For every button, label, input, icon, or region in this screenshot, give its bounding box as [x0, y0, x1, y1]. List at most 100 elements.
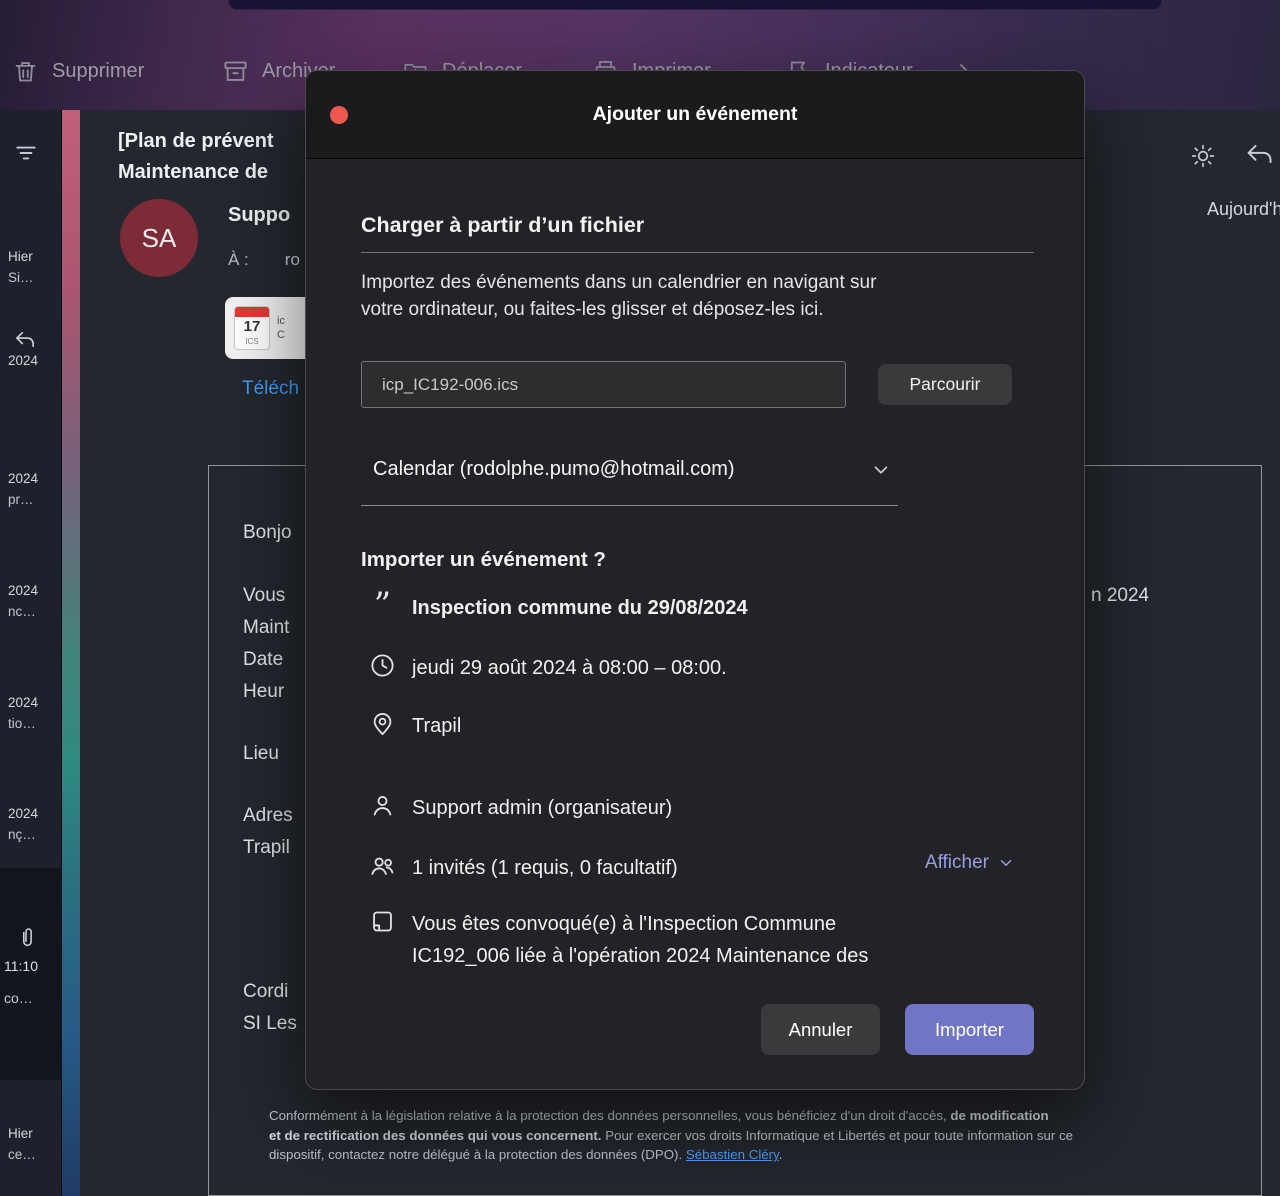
clock-icon	[369, 652, 396, 679]
import-question-heading: Importer un événement ?	[361, 548, 1034, 572]
body-fragment: Vous	[243, 585, 285, 607]
show-attendees-link[interactable]: Afficher	[925, 852, 1015, 874]
list-item-snippet: nc…	[8, 601, 62, 622]
event-datetime-row: jeudi 29 août 2024 à 08:00 – 08:00.	[369, 652, 1034, 684]
attachment-chip[interactable]: 17 ics ic C	[225, 297, 317, 359]
quote-icon: ”	[369, 592, 396, 618]
trash-icon	[12, 58, 39, 85]
location-pin-icon	[369, 710, 396, 737]
download-link[interactable]: Téléch	[242, 378, 299, 400]
cancel-button[interactable]: Annuler	[761, 1004, 880, 1055]
browse-button[interactable]: Parcourir	[878, 364, 1012, 405]
to-value: ro	[285, 250, 300, 269]
list-item-snippet: ce…	[8, 1144, 62, 1165]
list-item[interactable]: Hier ce…	[0, 1123, 62, 1165]
filter-icon[interactable]	[13, 140, 39, 166]
list-item[interactable]: 2024 nc…	[0, 580, 62, 622]
calendar-select[interactable]: Calendar (rodolphe.pumo@hotmail.com)	[361, 458, 898, 506]
event-note-row: Vous êtes convoqué(e) à l'Inspection Com…	[369, 908, 1034, 974]
event-title: Inspection commune du 29/08/2024	[412, 592, 748, 624]
event-datetime: jeudi 29 août 2024 à 08:00 – 08:00.	[412, 652, 727, 684]
chevron-down-icon	[997, 854, 1015, 872]
people-icon	[369, 852, 396, 879]
add-event-dialog: Ajouter un événement Charger à partir d’…	[305, 70, 1085, 1090]
list-item[interactable]: Hier Si…	[0, 246, 62, 288]
list-item-snippet: nç…	[8, 824, 62, 845]
subject-line-1: [Plan de prévent	[118, 126, 274, 157]
list-item-snippet: tio…	[8, 713, 62, 734]
screen: Supprimer Archiver Déplacer Imprimer Ind	[0, 0, 1280, 1196]
body-fragment: n 2024	[1091, 585, 1149, 607]
list-item[interactable]: 2024	[0, 330, 62, 371]
email-subject: [Plan de prévent Maintenance de	[118, 126, 274, 188]
list-item-snippet: pr…	[8, 489, 62, 510]
avatar[interactable]: SA	[120, 199, 198, 277]
person-icon	[369, 792, 396, 819]
delete-button[interactable]: Supprimer	[12, 50, 144, 92]
archive-icon	[222, 58, 249, 85]
event-title-row: ” Inspection commune du 29/08/2024	[369, 592, 1034, 624]
section-divider	[361, 252, 1034, 253]
search-bar[interactable]	[228, 0, 1162, 10]
ics-calendar-icon: 17 ics	[234, 306, 270, 350]
paperclip-icon	[16, 926, 38, 950]
event-note: Vous êtes convoqué(e) à l'Inspection Com…	[412, 908, 868, 974]
body-fragment: Heur	[243, 681, 284, 703]
attachment-name: ic C	[277, 314, 285, 342]
list-item-time: Hier	[8, 1123, 62, 1144]
calendar-select-value: Calendar (rodolphe.pumo@hotmail.com)	[373, 458, 735, 481]
wallpaper-strip	[62, 110, 80, 1196]
message-list: Hier Si… 2024 2024 pr… 2024 nc… 2024 tio…	[0, 110, 62, 1196]
theme-toggle-icon[interactable]	[1190, 143, 1216, 169]
ics-day: 17	[235, 317, 269, 337]
upload-section-heading: Charger à partir d’un fichier	[361, 213, 1034, 238]
list-item[interactable]: 2024 tio…	[0, 692, 62, 734]
delete-label: Supprimer	[52, 60, 144, 83]
body-fragment: Trapil	[243, 837, 290, 859]
event-attendees: 1 invités (1 requis, 0 facultatif)	[412, 852, 678, 884]
list-item-snippet: Si…	[8, 267, 62, 288]
list-item-time: 2024	[8, 580, 62, 601]
dpo-link[interactable]: Sébastien Cléry	[686, 1147, 779, 1162]
body-fragment: Adres	[243, 805, 293, 827]
list-item-selected[interactable]: 11:10 co…	[0, 868, 62, 1080]
email-timestamp: Aujourd'hui	[1207, 199, 1280, 220]
event-location: Trapil	[412, 710, 461, 742]
list-item-time: 2024	[8, 803, 62, 824]
upload-description: Importez des événements dans un calendri…	[361, 269, 1034, 323]
event-organizer: Support admin (organisateur)	[412, 792, 672, 824]
organizer-row: Support admin (organisateur)	[369, 792, 1034, 824]
event-location-row: Trapil	[369, 710, 1034, 742]
body-fragment: SI Les	[243, 1013, 297, 1035]
attendees-row: 1 invités (1 requis, 0 facultatif) Affic…	[369, 852, 1042, 884]
body-fragment: Maint	[243, 617, 289, 639]
list-item-time: 11:10	[4, 958, 38, 974]
dialog-titlebar: Ajouter un événement	[306, 71, 1084, 159]
list-item[interactable]: 2024 pr…	[0, 468, 62, 510]
list-item-time: 2024	[8, 350, 62, 371]
ics-ext: ics	[235, 337, 269, 346]
reply-arrow-icon	[14, 330, 62, 348]
dialog-content: Charger à partir d’un fichier Importez d…	[306, 159, 1084, 1006]
body-fragment: Bonjo	[243, 522, 292, 544]
body-fragment: Lieu	[243, 743, 279, 765]
chevron-down-icon	[870, 459, 892, 481]
body-fragment: Cordi	[243, 981, 288, 1003]
file-row: Parcourir	[361, 361, 1034, 408]
list-item[interactable]: 2024 nç…	[0, 803, 62, 845]
reply-icon[interactable]	[1244, 141, 1274, 167]
body-fragment: Date	[243, 649, 283, 671]
import-button[interactable]: Importer	[905, 1004, 1034, 1055]
list-item-snippet: co…	[4, 990, 33, 1006]
dialog-actions: Annuler Importer	[761, 1004, 1034, 1055]
list-item-time: Hier	[8, 246, 62, 267]
subject-line-2: Maintenance de	[118, 157, 274, 188]
list-item-time: 2024	[8, 692, 62, 713]
file-input[interactable]	[361, 361, 846, 408]
dialog-title: Ajouter un événement	[306, 103, 1084, 126]
to-label: À :	[228, 250, 249, 269]
to-row: À : ro	[228, 250, 300, 270]
close-button[interactable]	[330, 106, 348, 124]
sender-name: Suppo	[228, 204, 290, 227]
list-item-time: 2024	[8, 468, 62, 489]
